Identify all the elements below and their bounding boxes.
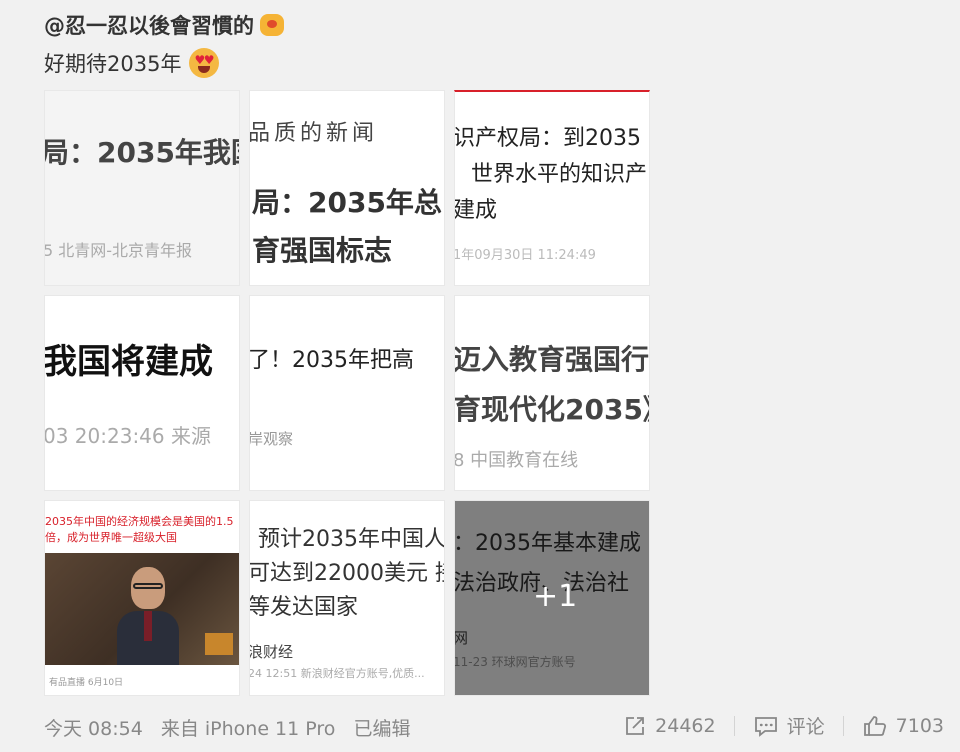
share-icon: [623, 714, 647, 738]
tile-text: 5 北青网-北京青年报: [44, 241, 193, 260]
post-footer: 今天 08:54 来自 iPhone 11 Pro 已编辑 24462 评论 7…: [0, 708, 960, 748]
image-tile-2[interactable]: 品质的新闻 局：2035年总 育强国标志: [249, 90, 445, 286]
tile-text: 8 中国教育在线: [454, 450, 579, 471]
image-tile-9[interactable]: ：2035年基本建成 法治政府、法治社 网 11-23 环球网官方账号 +1: [454, 500, 650, 696]
tile-text: 浪财经: [249, 643, 294, 661]
more-images-count: +1: [533, 579, 578, 614]
tv-headline: 2035年中国的经济规模会是美国的1.5 倍，成为世界唯一超级大国: [45, 501, 239, 553]
tile-text: 迈入教育强国行: [454, 343, 650, 376]
like-count: 7103: [895, 714, 944, 737]
tile-text: 建成: [454, 198, 498, 223]
tile-text: 倍，成为世界唯一超级大国: [45, 531, 177, 544]
divider: [842, 715, 844, 736]
image-tile-3[interactable]: 识产权局：到2035 世界水平的知识产 建成 1年09月30日 11:24:49: [454, 90, 650, 286]
tv-footer: 有品直播 6月10日: [45, 665, 239, 695]
tile-text: 育现代化2035》: [454, 393, 649, 426]
post-actions: 24462 评论 7103: [623, 712, 944, 739]
tile-text: 育强国标志: [252, 234, 393, 267]
presenter-figure: [117, 565, 179, 667]
tile-text: 1年09月30日 11:24:49: [454, 248, 596, 263]
post-meta: 今天 08:54 来自 iPhone 11 Pro 已编辑: [44, 714, 422, 741]
tile-text: 24 12:51 新浪财经官方账号,优质...: [249, 667, 425, 680]
tile-text: 识产权局：到2035: [454, 126, 641, 151]
tile-text: 有品直播 6月10日: [49, 678, 124, 688]
post-text-content: 好期待2035年: [44, 52, 182, 76]
comment-label: 评论: [786, 716, 825, 738]
tile-text: 岸观察: [249, 430, 294, 448]
fist-icon: [260, 14, 284, 36]
share-count: 24462: [655, 714, 716, 737]
tile-text: 我国将建成: [44, 342, 213, 382]
comment-icon: [753, 714, 779, 738]
post-source: 来自 iPhone 11 Pro: [160, 718, 336, 740]
author-name[interactable]: @忍一忍以後會習慣的: [44, 10, 254, 40]
tile-text: 品质的新闻: [249, 121, 379, 146]
tile-text: 局：2035年我国: [44, 136, 239, 169]
comment-button[interactable]: 评论: [753, 712, 825, 739]
divider: [733, 715, 735, 736]
tile-text: 可达到22000美元 接近: [249, 561, 444, 586]
tile-text: 局：2035年总: [252, 186, 442, 219]
tile-text: 预计2035年中国人: [258, 527, 445, 552]
like-button[interactable]: 7103: [862, 714, 944, 738]
image-tile-1[interactable]: 局：2035年我国 5 北青网-北京青年报: [44, 90, 240, 286]
image-grid: 局：2035年我国 5 北青网-北京青年报 品质的新闻 局：2035年总 育强国…: [44, 90, 652, 698]
tile-text: 了！2035年把高: [249, 348, 414, 373]
tile-text: 2035年中国的经济规模会是美国的1.5: [45, 515, 234, 528]
image-tile-4[interactable]: 我国将建成 03 20:23:46 来源: [44, 295, 240, 491]
tile-text: 03 20:23:46 来源: [44, 424, 211, 448]
tv-screenshot: [45, 553, 239, 667]
image-tile-8[interactable]: 预计2035年中国人 可达到22000美元 接近 等发达国家 浪财经 24 12…: [249, 500, 445, 696]
edited-label[interactable]: 已编辑: [353, 718, 410, 740]
image-tile-6[interactable]: 迈入教育强国行 育现代化2035》 8 中国教育在线: [454, 295, 650, 491]
heart-eyes-icon: [189, 48, 220, 78]
thumbs-up-icon: [862, 714, 888, 738]
tile-text: 等发达国家: [249, 595, 359, 620]
post-author[interactable]: @忍一忍以後會習慣的: [44, 10, 284, 40]
tile-text: 世界水平的知识产: [471, 162, 648, 187]
image-tile-7[interactable]: 2035年中国的经济规模会是美国的1.5 倍，成为世界唯一超级大国 有品直播 6…: [44, 500, 240, 696]
post-text: 好期待2035年: [44, 48, 220, 78]
image-tile-5[interactable]: 了！2035年把高 岸观察: [249, 295, 445, 491]
more-images-overlay[interactable]: +1: [455, 501, 649, 695]
post-time[interactable]: 今天 08:54: [44, 718, 143, 740]
share-button[interactable]: 24462: [623, 714, 716, 738]
tv-logo-icon: [205, 633, 233, 655]
